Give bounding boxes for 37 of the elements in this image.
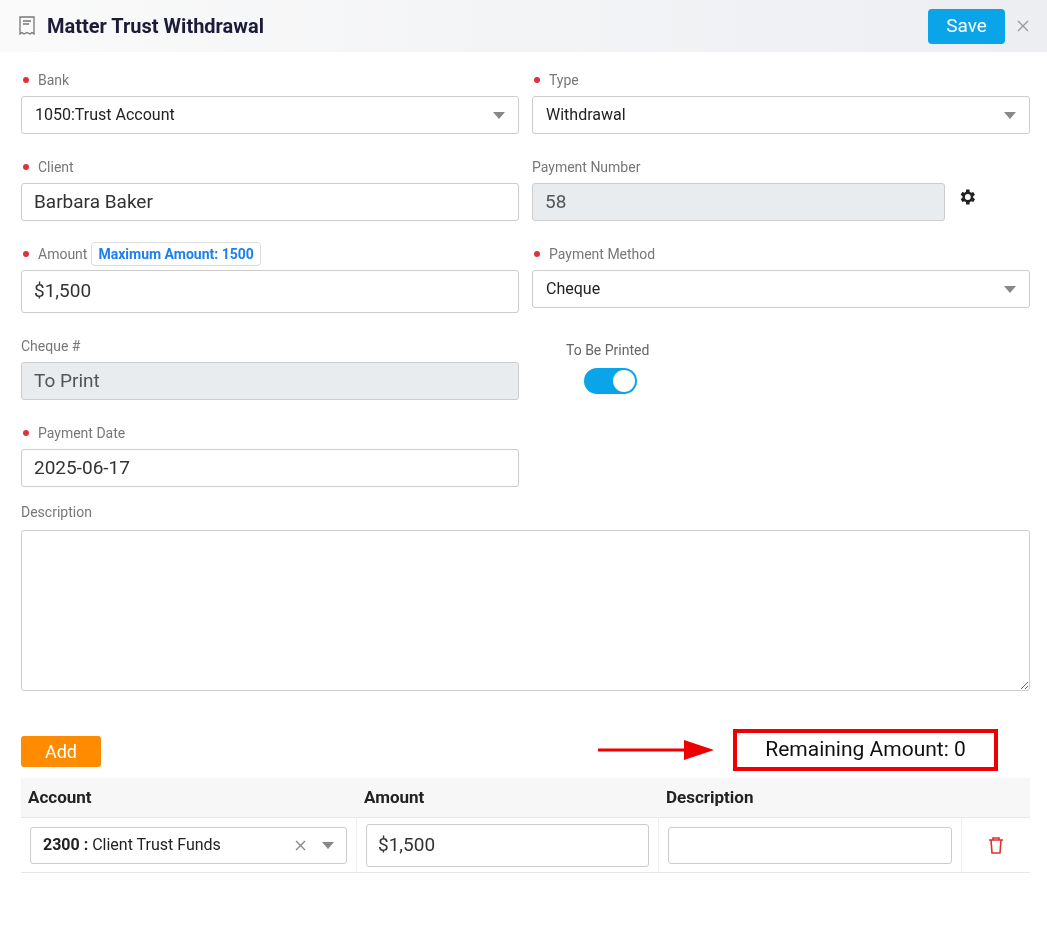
- close-icon[interactable]: [1017, 20, 1029, 32]
- toggle-switch[interactable]: [584, 368, 637, 394]
- column-header: Amount: [363, 785, 426, 809]
- input-field[interactable]: 2025-06-17: [21, 449, 519, 487]
- input-field[interactable]: Barbara Baker: [21, 183, 519, 221]
- field-label: Client: [38, 157, 74, 177]
- remaining-amount: Remaining Amount: 0: [733, 729, 998, 771]
- field-label: Payment Number: [532, 157, 641, 177]
- dropdown-caret-icon: [493, 111, 505, 119]
- dropdown-caret-icon: [1004, 111, 1016, 119]
- max-amount-badge: Maximum Amount: 1500: [91, 242, 261, 266]
- field-label: Amount: [38, 244, 88, 264]
- window-title: Matter Trust Withdrawal: [47, 13, 264, 40]
- field-label: Payment Method: [549, 244, 656, 264]
- account-select[interactable]: 2300 : Client Trust Funds: [30, 826, 347, 864]
- field-label: Bank: [38, 70, 70, 90]
- field-label: Cheque #: [21, 336, 81, 356]
- receipt-icon: [18, 16, 36, 36]
- field-label: Payment Date: [38, 423, 126, 443]
- select-field[interactable]: 1050:Trust Account: [21, 96, 519, 134]
- description-field[interactable]: [668, 826, 952, 864]
- readonly-field: 58: [532, 183, 945, 221]
- field-label: Description: [21, 503, 93, 522]
- field-label: To Be Printed: [566, 341, 650, 360]
- select-field[interactable]: Cheque: [532, 270, 1030, 308]
- clear-icon[interactable]: [295, 839, 306, 851]
- field-label: Type: [549, 70, 579, 90]
- select-field[interactable]: Withdrawal: [532, 96, 1030, 134]
- amount-field[interactable]: $1,500: [366, 823, 649, 867]
- input-field[interactable]: $1,500: [21, 270, 519, 313]
- readonly-field: To Print: [21, 362, 519, 400]
- trash-icon[interactable]: [988, 836, 1004, 854]
- description-field[interactable]: [21, 530, 1030, 691]
- dropdown-caret-icon: [1004, 285, 1016, 293]
- dropdown-caret-icon: [322, 841, 334, 849]
- column-header: Description: [665, 785, 755, 809]
- column-header: Account: [27, 785, 93, 809]
